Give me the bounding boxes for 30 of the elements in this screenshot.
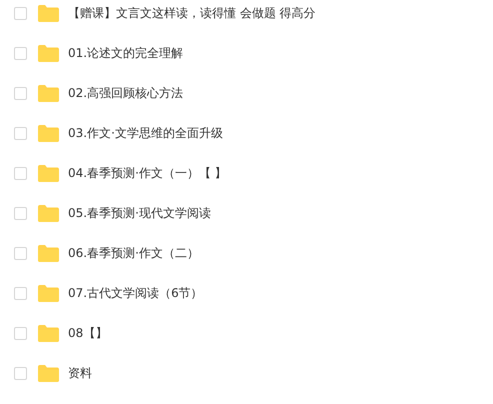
folder-icon [38, 4, 59, 22]
folder-name[interactable]: 02.高强回顾核心方法 [68, 84, 184, 102]
checkbox[interactable] [14, 126, 27, 140]
folder-icon [38, 84, 59, 102]
folder-icon [38, 204, 59, 222]
checkbox[interactable] [14, 46, 27, 60]
checkbox[interactable] [14, 286, 27, 300]
folder-name[interactable]: 【赠课】文言文这样读，读得懂 会做题 得高分 [68, 4, 316, 22]
folder-icon [38, 124, 59, 142]
folder-name[interactable]: 04.春季预测·作文（一）【 】 [68, 164, 227, 182]
folder-name[interactable]: 03.作文·文学思维的全面升级 [68, 124, 223, 142]
folder-icon [38, 44, 59, 62]
folder-icon [38, 364, 59, 382]
checkbox[interactable] [14, 366, 27, 380]
folder-name[interactable]: 05.春季预测·现代文学阅读 [68, 204, 211, 222]
folder-icon [38, 324, 59, 342]
checkbox[interactable] [14, 326, 27, 340]
checkbox[interactable] [14, 246, 27, 260]
folder-icon [38, 284, 59, 302]
folder-name[interactable]: 01.论述文的完全理解 [68, 44, 184, 62]
folder-name[interactable]: 资料 [68, 364, 92, 382]
folder-name[interactable]: 08【】 [68, 324, 108, 342]
folder-icon [38, 164, 59, 182]
checkbox[interactable] [14, 86, 27, 100]
folder-name[interactable]: 07.古代文学阅读（6节） [68, 284, 203, 302]
folder-name[interactable]: 06.春季预测·作文（二） [68, 244, 199, 262]
folder-icon [38, 244, 59, 262]
checkbox[interactable] [14, 166, 27, 180]
checkbox[interactable] [14, 6, 27, 20]
checkbox[interactable] [14, 206, 27, 220]
